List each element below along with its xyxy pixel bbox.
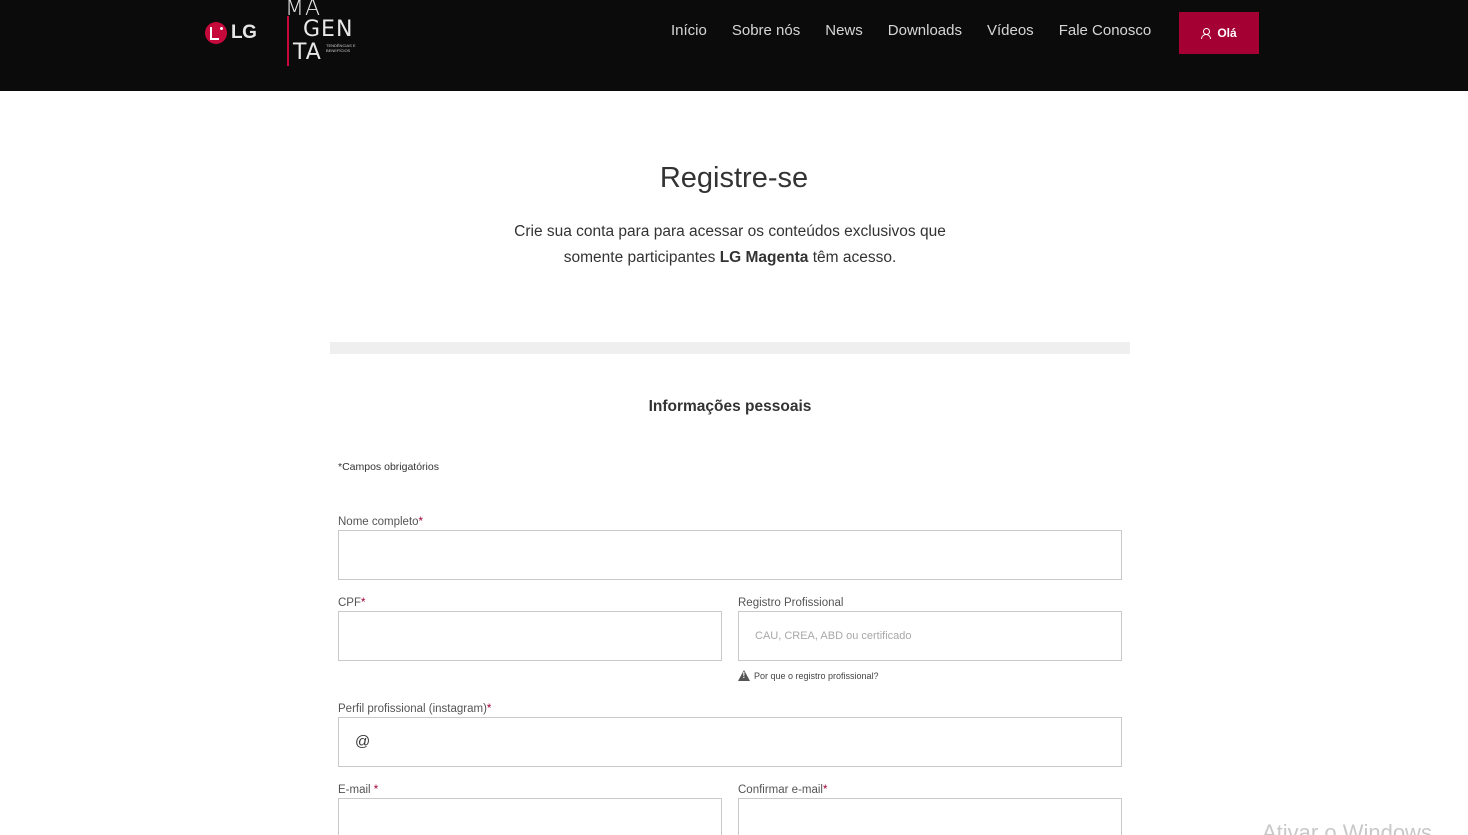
intro-line2-pre: somente participantes: [563, 249, 720, 266]
intro-brand-name: LG Magenta: [719, 249, 809, 266]
warning-icon: [738, 670, 750, 681]
lg-logo-text: LG: [231, 22, 257, 43]
site-header: LG MA GEN TA TENDÊNCIAS E BENEFÍCIOS Iní…: [0, 0, 1468, 91]
instagram-label: Perfil profissional (instagram)*: [338, 703, 491, 715]
nav-link-downloads[interactable]: Downloads: [888, 22, 962, 39]
required-star: *: [418, 516, 424, 528]
nav-link-news[interactable]: News: [825, 22, 863, 39]
nav-link-sobre-nos[interactable]: Sobre nós: [732, 22, 800, 39]
instagram-input[interactable]: [338, 717, 1122, 767]
registro-hint[interactable]: Por que o registro profissional?: [738, 670, 879, 681]
nav-link-fale-conosco[interactable]: Fale Conosco: [1059, 22, 1152, 39]
confirm-email-label-text: Confirmar e-mail: [738, 784, 823, 796]
page-title: Registre-se: [659, 162, 809, 194]
full-name-label-text: Nome completo: [338, 516, 419, 528]
email-label: E-mail *: [338, 784, 378, 796]
email-input[interactable]: [338, 798, 722, 835]
magenta-logo[interactable]: MA GEN TA TENDÊNCIAS E BENEFÍCIOS: [285, 0, 365, 68]
magenta-logo-bar: [287, 16, 289, 66]
windows-activation-watermark: Ativar o Windows: [1262, 820, 1432, 835]
intro-line2-post: têm acesso.: [808, 249, 897, 266]
confirm-email-input[interactable]: [738, 798, 1122, 835]
cpf-label: CPF*: [338, 597, 365, 609]
lg-logo[interactable]: LG: [205, 21, 257, 45]
intro-text: Crie sua conta para para acessar os cont…: [480, 219, 980, 271]
full-name-label: Nome completo*: [338, 516, 423, 528]
cpf-label-text: CPF: [338, 597, 361, 609]
magenta-logo-line3: TA: [293, 40, 322, 65]
confirm-email-label: Confirmar e-mail*: [738, 784, 827, 796]
user-account-label: Olá: [1217, 26, 1237, 40]
registro-input[interactable]: [738, 611, 1122, 661]
main-nav: Início Sobre nós News Downloads Vídeos F…: [671, 22, 1151, 39]
section-title: Informações pessoais: [648, 398, 812, 415]
magenta-logo-line2: GEN: [303, 17, 354, 42]
instagram-label-text: Perfil profissional (instagram): [338, 703, 487, 715]
required-star: *: [486, 703, 492, 715]
required-star: *: [823, 784, 828, 796]
progress-divider: [330, 342, 1130, 354]
magenta-logo-subtitle: TENDÊNCIAS E BENEFÍCIOS: [326, 43, 356, 53]
email-label-text: E-mail: [338, 784, 374, 796]
user-icon: [1201, 27, 1212, 39]
nav-link-videos[interactable]: Vídeos: [987, 22, 1034, 39]
cpf-input[interactable]: [338, 611, 722, 661]
lg-face-icon: [205, 22, 227, 44]
required-fields-note: *Campos obrigatórios: [338, 461, 439, 473]
nav-link-inicio[interactable]: Início: [671, 22, 707, 39]
registro-hint-text: Por que o registro profissional?: [754, 670, 879, 681]
required-star: *: [361, 597, 366, 609]
required-star: *: [373, 784, 379, 796]
instagram-at-prefix: @: [355, 733, 371, 750]
intro-line1: Crie sua conta para para acessar os cont…: [514, 223, 946, 240]
user-account-button[interactable]: Olá: [1179, 12, 1259, 54]
registro-label: Registro Profissional: [738, 597, 844, 609]
full-name-input[interactable]: [338, 530, 1122, 580]
